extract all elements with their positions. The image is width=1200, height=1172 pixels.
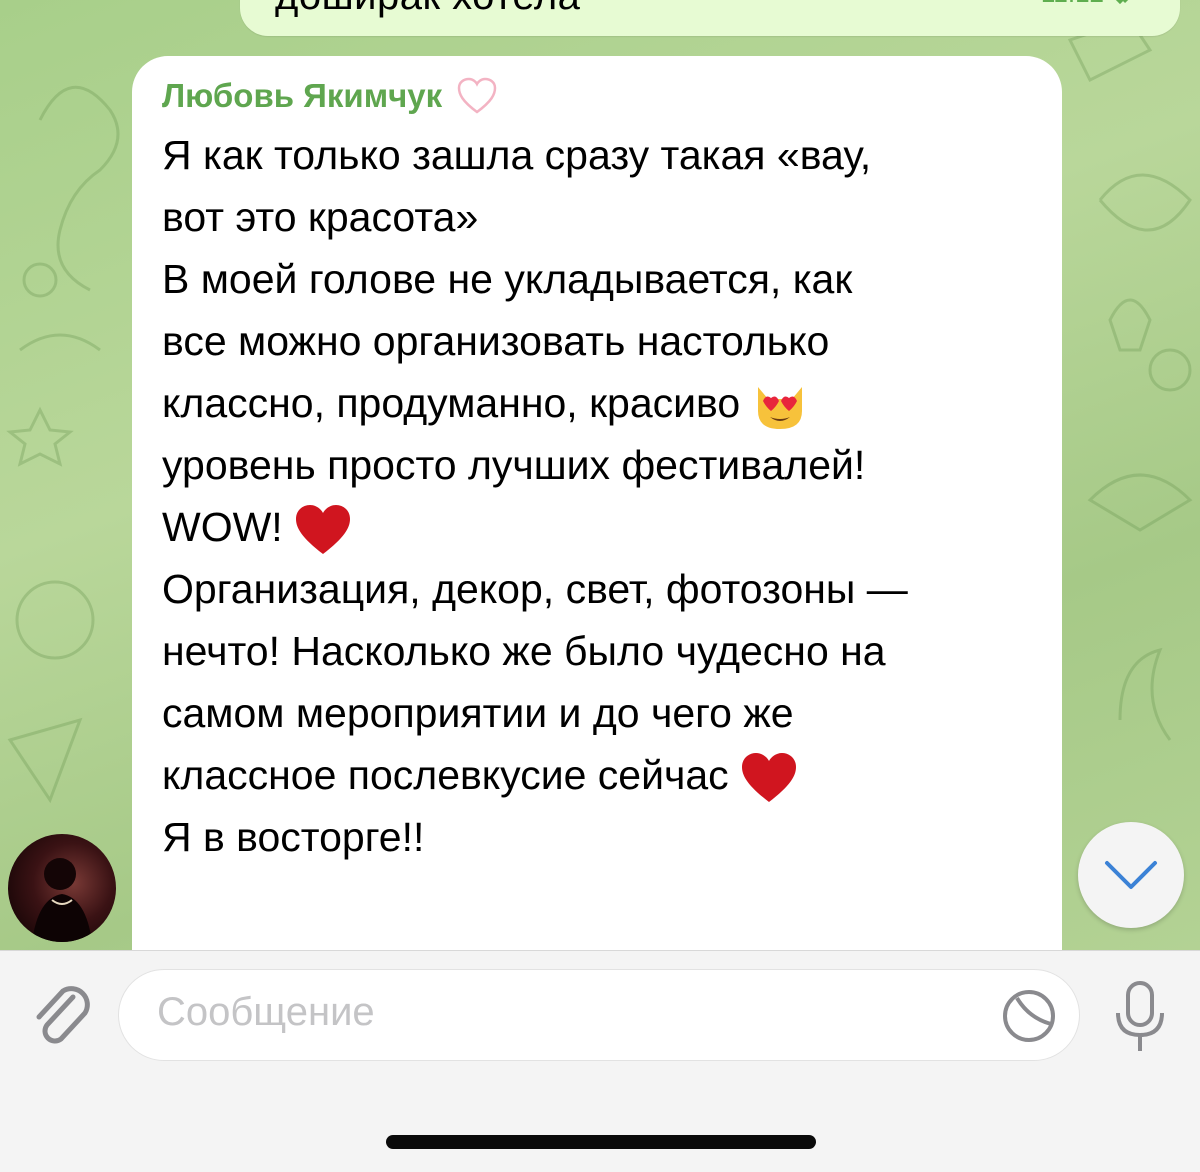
sender-name-row[interactable]: Любовь Якимчук bbox=[162, 76, 498, 116]
paperclip-icon bbox=[36, 986, 90, 1044]
scroll-to-bottom-button[interactable] bbox=[1078, 822, 1184, 928]
message-line: Я как только зашла сразу такая «вау, bbox=[162, 132, 872, 178]
message-line: Организация, декор, свет, фотозоны — bbox=[162, 566, 908, 612]
avatar[interactable] bbox=[8, 834, 116, 942]
incoming-message-bubble[interactable]: Любовь Якимчук Я как только зашла сразу … bbox=[132, 56, 1062, 950]
message-input[interactable]: Сообщение bbox=[118, 969, 1080, 1061]
outgoing-message-bubble[interactable]: доширак хотела 11:12 bbox=[240, 0, 1180, 36]
message-line: вот это красота» bbox=[162, 194, 479, 240]
sticker-icon[interactable] bbox=[1001, 988, 1057, 1044]
message-line: WOW! bbox=[162, 504, 283, 550]
avatar-photo bbox=[32, 858, 92, 942]
red-heart-emoji-icon bbox=[296, 505, 351, 555]
message-line: самом мероприятии и до чего же bbox=[162, 690, 794, 736]
attach-button[interactable] bbox=[28, 979, 94, 1051]
double-check-icon bbox=[1116, 0, 1128, 4]
sender-name[interactable]: Любовь Якимчук bbox=[162, 77, 442, 115]
red-heart-emoji-icon bbox=[742, 753, 797, 803]
message-composer-bar: Сообщение bbox=[0, 950, 1200, 1172]
message-line: классно, продуманно, красиво bbox=[162, 380, 741, 426]
message-line: классное послевкусие сейчас bbox=[162, 752, 729, 798]
microphone-icon[interactable] bbox=[1112, 979, 1168, 1055]
message-text: Я как только зашла сразу такая «вау, вот… bbox=[162, 124, 1042, 868]
chevron-down-icon bbox=[1105, 861, 1157, 889]
message-line: В моей голове не укладывается, как bbox=[162, 256, 853, 302]
chat-background: доширак хотела 11:12 Любовь Якимчук Я ка… bbox=[0, 0, 1200, 950]
heart-outline-icon bbox=[457, 77, 497, 114]
message-line-with-emoji: классно, продуманно, красиво bbox=[162, 372, 1042, 434]
message-line: уровень просто лучших фестивалей! bbox=[162, 442, 866, 488]
outgoing-message-text: доширак хотела bbox=[275, 0, 580, 19]
message-time: 11:12 bbox=[1041, 0, 1104, 9]
message-line: все можно организовать настолько bbox=[162, 318, 830, 364]
home-indicator[interactable] bbox=[386, 1135, 816, 1149]
message-input-placeholder: Сообщение bbox=[157, 990, 375, 1034]
message-line-with-emoji: классное послевкусие сейчас bbox=[162, 744, 1042, 806]
outgoing-message-meta: 11:12 bbox=[1041, 0, 1150, 9]
message-line-with-emoji: WOW! bbox=[162, 496, 1042, 558]
heart-eyes-cat-emoji-icon bbox=[757, 387, 802, 430]
message-line: Я в восторге!! bbox=[162, 814, 425, 860]
message-line: нечто! Насколько же было чудесно на bbox=[162, 628, 886, 674]
